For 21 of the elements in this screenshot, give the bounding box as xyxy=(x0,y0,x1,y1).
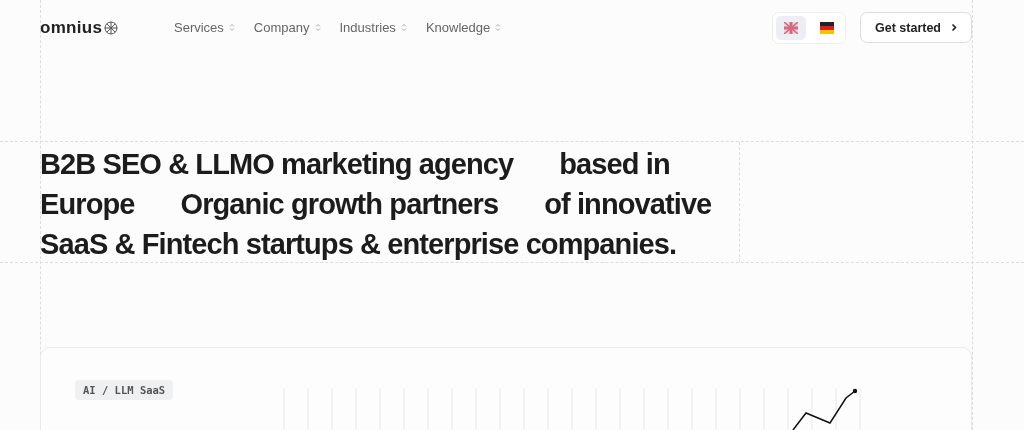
headline-text: Europe xyxy=(40,187,135,221)
nav-link[interactable]: Company xyxy=(253,20,321,35)
german-flag-icon xyxy=(820,21,834,34)
logo-icon xyxy=(104,20,119,35)
chevron-right-icon xyxy=(951,23,957,32)
get-started-button[interactable]: Get started xyxy=(860,12,972,43)
chevron-updown-icon xyxy=(228,23,235,32)
headline-text: SaaS & Fintech startups & enterprise companies. xyxy=(40,227,677,261)
nav-link[interactable]: Industries xyxy=(339,20,407,35)
headline-text: Organic growth partners xyxy=(180,187,499,221)
logo-wordmark[interactable]: omnius xyxy=(40,17,103,38)
category-tag: AI / LLM SaaS xyxy=(75,380,174,400)
chevron-updown-icon xyxy=(495,23,502,32)
headline-text: B2B SEO & LLMO marketing agency xyxy=(40,147,514,181)
uk-flag-icon xyxy=(784,21,798,34)
chevron-updown-icon xyxy=(400,23,407,32)
headline-text: based in xyxy=(559,147,670,181)
nav-link[interactable]: Knowledge xyxy=(425,20,502,35)
nav-link[interactable]: Services xyxy=(174,20,235,35)
headline-text: of innovative xyxy=(544,187,712,221)
chevron-updown-icon xyxy=(314,23,321,32)
